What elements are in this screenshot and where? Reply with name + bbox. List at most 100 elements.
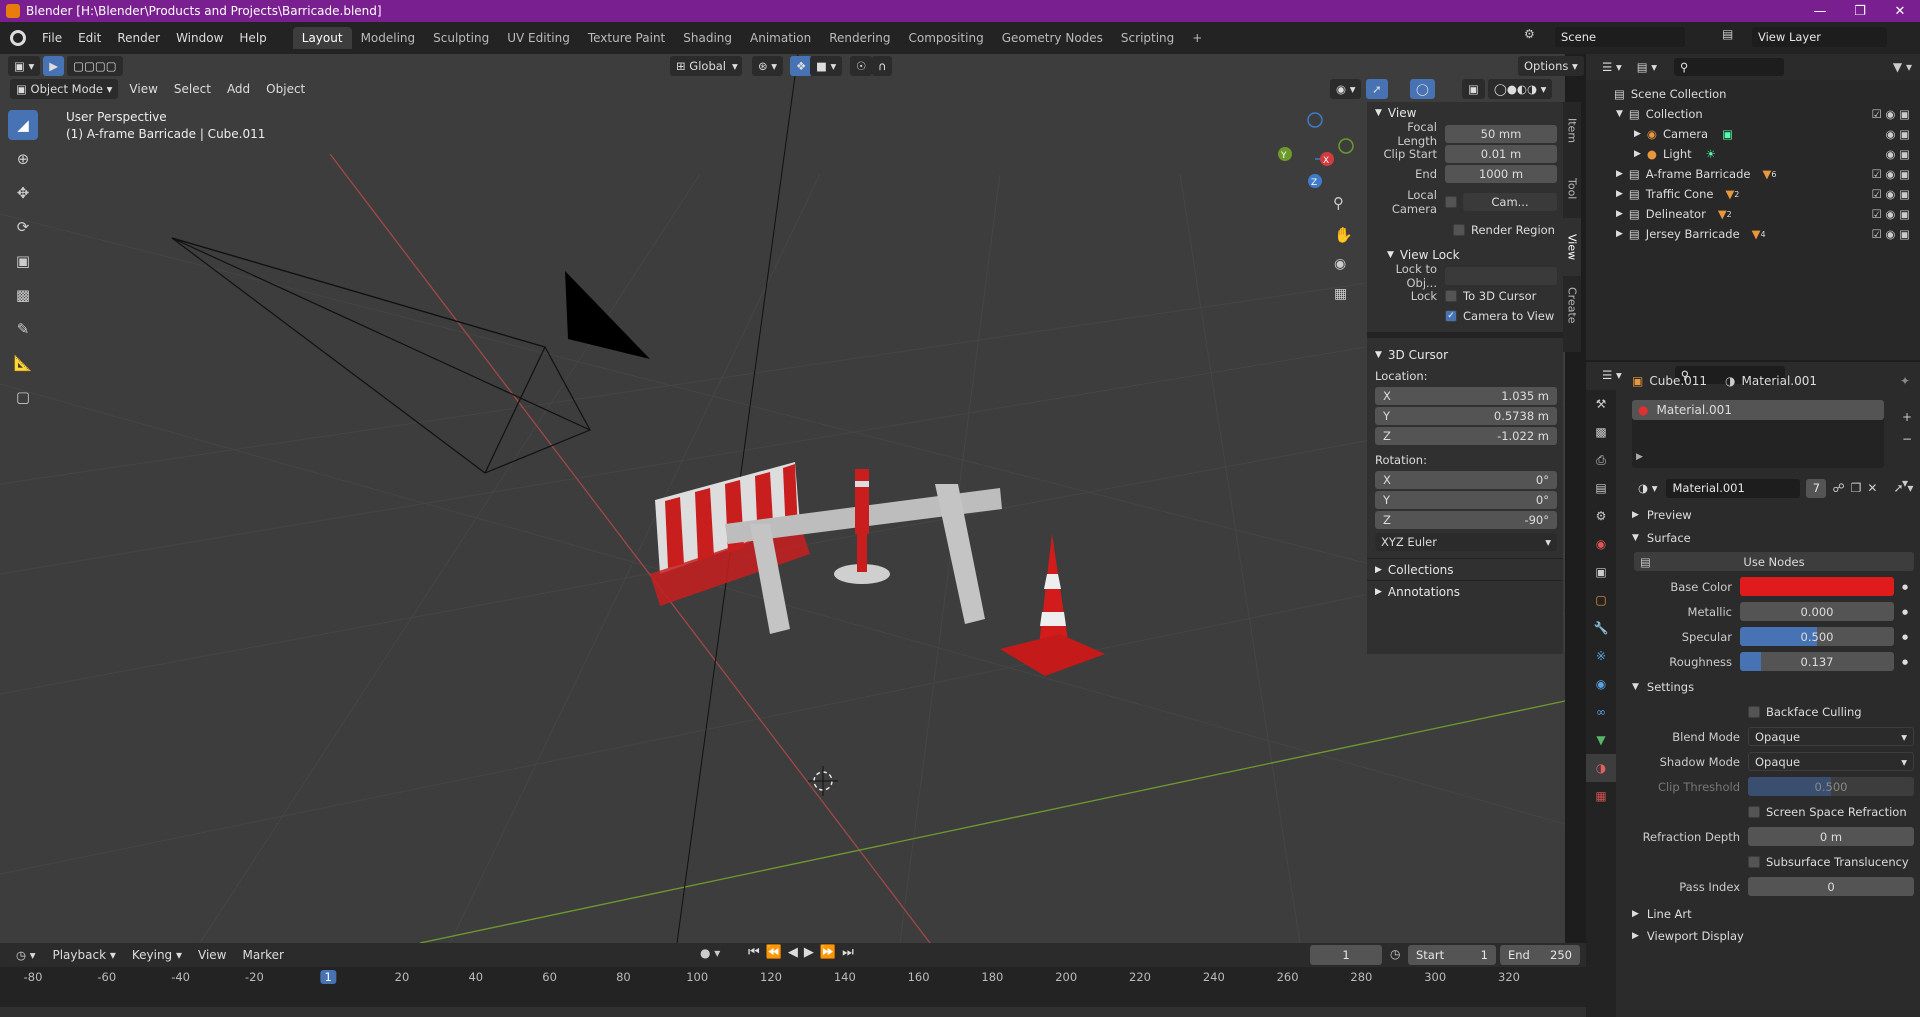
browse-material-button[interactable]: ◑ ▾ xyxy=(1632,478,1664,498)
roughness-slider[interactable]: 0.137 xyxy=(1740,652,1894,671)
clock-icon[interactable]: ◷ xyxy=(1390,947,1400,961)
select-tool-icon[interactable]: ◢ xyxy=(8,110,38,140)
unlink-icon[interactable]: ✕ xyxy=(1867,481,1877,495)
camera-to-view-checkbox[interactable]: ✓ xyxy=(1445,310,1457,322)
xray-toggle[interactable]: ▣ xyxy=(1462,79,1485,99)
visibility-icons[interactable]: ☑ ◉ ▣ xyxy=(1871,227,1910,241)
settings-panel-header[interactable]: ▼ Settings xyxy=(1626,674,1920,699)
particles-icon[interactable]: ※ xyxy=(1586,642,1616,670)
minimize-button[interactable]: — xyxy=(1800,0,1840,22)
menu-window[interactable]: Window xyxy=(168,31,231,45)
snap-target-dropdown[interactable]: ■ ▾ xyxy=(810,56,843,76)
material-slot-item[interactable]: ● Material.001 xyxy=(1632,400,1884,420)
euler-dropdown[interactable]: XYZ Euler ▾ xyxy=(1375,533,1557,551)
surface-panel-header[interactable]: ▼ Surface xyxy=(1626,527,1920,549)
tab-scripting[interactable]: Scripting xyxy=(1112,27,1183,49)
base-color-swatch[interactable] xyxy=(1740,577,1894,596)
tab-view[interactable]: View xyxy=(1563,218,1581,276)
focal-length-field[interactable]: 50 mm xyxy=(1445,125,1557,143)
view-layer-selector[interactable]: View Layer xyxy=(1752,27,1887,47)
tab-geometry-nodes[interactable]: Geometry Nodes xyxy=(993,27,1112,49)
transform-tool-icon[interactable]: ▩ xyxy=(8,280,38,310)
menu-edit[interactable]: Edit xyxy=(70,31,109,45)
local-camera-checkbox[interactable] xyxy=(1445,196,1457,208)
select-box-tool[interactable]: ▶ xyxy=(43,56,65,76)
render-region-checkbox[interactable] xyxy=(1453,224,1465,236)
preview-panel-header[interactable]: ▶ Preview xyxy=(1626,502,1920,527)
vp-menu-view[interactable]: View xyxy=(121,82,165,96)
cursor-z-field[interactable]: Z -1.022 m xyxy=(1375,427,1557,445)
3d-cursor-header[interactable]: ▼ 3D Cursor xyxy=(1367,344,1563,366)
to-3d-cursor-checkbox[interactable] xyxy=(1445,290,1457,302)
zoom-icon[interactable]: ⚲ xyxy=(1333,194,1344,212)
rot-y-field[interactable]: Y 0° xyxy=(1375,491,1557,509)
world-icon[interactable]: ◉ xyxy=(1586,530,1616,558)
tab-uv-editing[interactable]: UV Editing xyxy=(498,27,579,49)
view-layer-icon[interactable]: ▤ xyxy=(1722,27,1742,41)
mode-dropdown[interactable]: ▣ Object Mode ▾ xyxy=(10,79,119,99)
select-mode-buttons[interactable]: ▢▢▢▢ xyxy=(67,56,123,76)
cursor-tool-icon[interactable]: ⊕ xyxy=(8,144,38,174)
local-camera-field[interactable]: Cam... xyxy=(1463,193,1557,211)
tab-tool[interactable]: Tool xyxy=(1563,160,1581,218)
tab-create[interactable]: Create xyxy=(1563,276,1581,334)
camera-row[interactable]: ▶ ◉ Camera ▣ ◉ ▣ xyxy=(1586,124,1920,144)
duplicate-icon[interactable]: ❐ xyxy=(1851,481,1862,495)
tab-modeling[interactable]: Modeling xyxy=(352,27,425,49)
refraction-depth-field[interactable]: 0 m xyxy=(1748,827,1914,846)
grid-view-icon[interactable]: ▦ xyxy=(1334,286,1347,302)
texture-icon[interactable]: ▦ xyxy=(1586,782,1616,810)
keying-menu[interactable]: Keying ▾ xyxy=(124,948,190,962)
display-mode-dropdown[interactable]: ▤ ▾ xyxy=(1630,57,1664,77)
screen-space-refraction-checkbox[interactable] xyxy=(1748,805,1760,818)
expand-arrow-icon[interactable]: ▶ xyxy=(1636,452,1643,462)
tool-settings-icon[interactable]: ⚒ xyxy=(1586,390,1616,418)
scale-tool-icon[interactable]: ▣ xyxy=(8,246,38,276)
scene-icon[interactable]: ⚙ xyxy=(1586,502,1616,530)
start-frame-field[interactable]: Start 1 xyxy=(1408,945,1496,965)
render-icon[interactable]: ▩ xyxy=(1586,418,1616,446)
maximize-button[interactable]: ❐ xyxy=(1840,0,1880,22)
cursor-x-field[interactable]: X 1.035 m xyxy=(1375,387,1557,405)
filter-icon[interactable]: ▼ ▾ xyxy=(1893,60,1912,74)
rotate-tool-icon[interactable]: ⟳ xyxy=(8,212,38,242)
tab-layout[interactable]: Layout xyxy=(292,27,352,49)
backface-culling-checkbox[interactable] xyxy=(1748,705,1760,718)
output-icon[interactable]: ⎙ xyxy=(1586,446,1616,474)
object-data-icon[interactable]: ▼ xyxy=(1586,726,1616,754)
metallic-slider[interactable]: 0.000 xyxy=(1740,602,1894,621)
jersey-barricade-row[interactable]: ▶ ▤ Jersey Barricade ▼ 4 ☑ ◉ ▣ xyxy=(1586,224,1920,244)
3d-cursor[interactable] xyxy=(808,766,838,796)
specular-slider[interactable]: 0.500 xyxy=(1740,627,1894,646)
timeline-scrollbar[interactable] xyxy=(0,1007,1586,1017)
traffic-cone-row[interactable]: ▶ ▤ Traffic Cone ▼ 2 ☑ ◉ ▣ xyxy=(1586,184,1920,204)
properties-editor-type[interactable]: ☰ ▾ xyxy=(1596,365,1628,385)
scene-collection-row[interactable]: ▤ Scene Collection xyxy=(1586,84,1920,104)
cursor-y-field[interactable]: Y 0.5738 m xyxy=(1375,407,1557,425)
proportional-falloff-dropdown[interactable]: ∩ xyxy=(872,56,893,76)
tab-animation[interactable]: Animation xyxy=(741,27,820,49)
keyframe-dot-icon[interactable]: ● xyxy=(1902,583,1908,591)
proportional-edit-toggle[interactable]: ☉ xyxy=(850,56,873,76)
tab-compositing[interactable]: Compositing xyxy=(899,27,992,49)
visibility-icons[interactable]: ☑ ◉ ▣ xyxy=(1871,187,1910,201)
transform-orientation-dropdown[interactable]: ⊞ Global ▾ xyxy=(670,56,742,76)
clip-threshold-slider[interactable]: 0.500 xyxy=(1748,777,1914,796)
clip-end-field[interactable]: 1000 m xyxy=(1445,165,1557,183)
line-art-panel-header[interactable]: ▶ Line Art xyxy=(1626,903,1920,925)
clip-start-field[interactable]: 0.01 m xyxy=(1445,145,1557,163)
visibility-icons[interactable]: ◉ ▣ xyxy=(1885,147,1910,161)
object-icon[interactable]: ▢ xyxy=(1586,586,1616,614)
visibility-dropdown[interactable]: ◉ ▾ xyxy=(1330,79,1362,99)
tab-shading[interactable]: Shading xyxy=(674,27,741,49)
options-dropdown[interactable]: Options ▾ xyxy=(1518,56,1584,76)
move-tool-icon[interactable]: ✥ xyxy=(8,178,38,208)
blender-menu-icon[interactable] xyxy=(10,30,26,46)
collection-icon[interactable]: ▣ xyxy=(1586,558,1616,586)
overlays-toggle[interactable]: ◯ xyxy=(1410,79,1435,99)
editor-type-button[interactable]: ▣ ▾ xyxy=(8,56,41,76)
gizmo-toggle[interactable]: ➚ xyxy=(1366,79,1388,99)
measure-tool-icon[interactable]: 📐 xyxy=(8,348,38,378)
visibility-icons[interactable]: ☑ ◉ ▣ xyxy=(1871,107,1910,121)
rot-x-field[interactable]: X 0° xyxy=(1375,471,1557,489)
